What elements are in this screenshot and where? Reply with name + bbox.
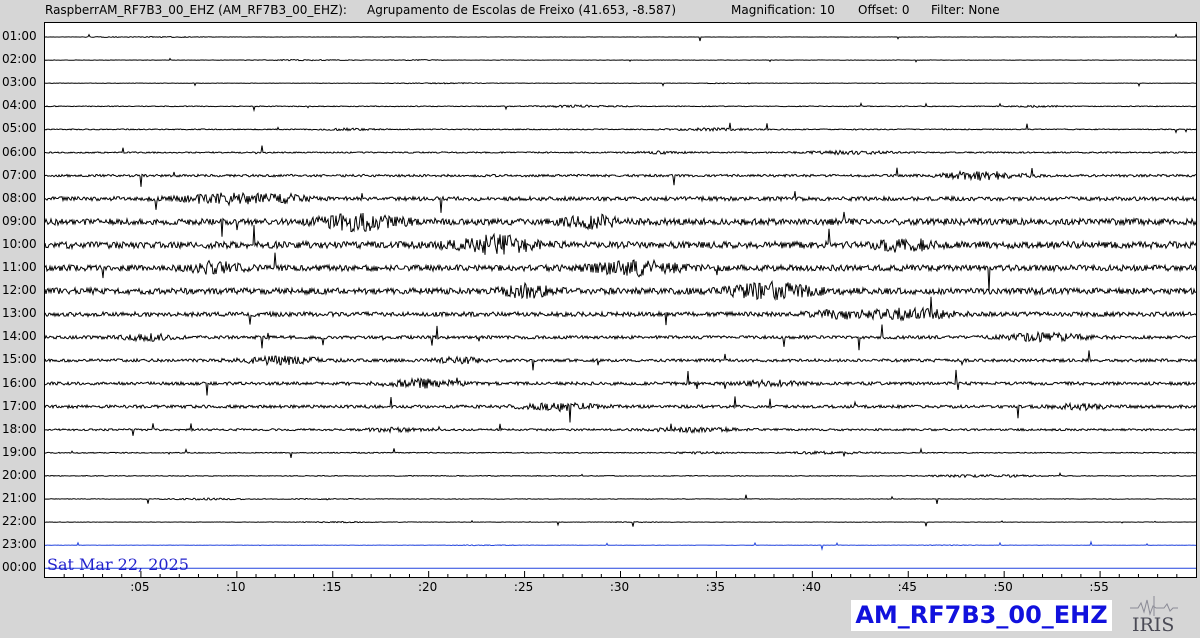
filter-label: Filter: None bbox=[931, 3, 1000, 17]
minute-tick-label: :15 bbox=[322, 580, 342, 594]
trace-1600 bbox=[45, 369, 1196, 396]
hour-label: 20:00 bbox=[2, 467, 37, 482]
trace-1000 bbox=[45, 225, 1196, 255]
station-location: Agrupamento de Escolas de Freixo (41.653… bbox=[367, 3, 676, 17]
trace-1400 bbox=[45, 324, 1196, 351]
trace-1100 bbox=[45, 252, 1196, 292]
trace-0400 bbox=[45, 102, 1196, 113]
magnification-label: Magnification: 10 bbox=[731, 3, 835, 17]
hour-label: 12:00 bbox=[2, 283, 37, 298]
hour-label: 16:00 bbox=[2, 375, 37, 390]
minute-tick-label: :35 bbox=[705, 580, 726, 594]
hour-label: 17:00 bbox=[2, 398, 37, 413]
trace-2000 bbox=[45, 472, 1196, 479]
hour-label: 15:00 bbox=[2, 352, 37, 367]
hour-label: 05:00 bbox=[2, 121, 37, 136]
hour-label: 19:00 bbox=[2, 444, 37, 459]
minute-tick-label: :10 bbox=[226, 580, 246, 594]
minute-tick-label: :05 bbox=[130, 580, 150, 594]
trace-1800 bbox=[45, 423, 1196, 436]
helicorder-plot bbox=[44, 22, 1197, 578]
trace-1900 bbox=[45, 447, 1196, 458]
trace-0600 bbox=[45, 145, 1196, 156]
hour-label: 03:00 bbox=[2, 75, 37, 90]
minute-tick-label: :50 bbox=[993, 580, 1013, 594]
trace-2100 bbox=[45, 494, 1196, 505]
hour-label: 08:00 bbox=[2, 190, 37, 205]
trace-1500 bbox=[45, 350, 1196, 371]
trace-0500 bbox=[45, 122, 1196, 134]
hour-label: 06:00 bbox=[2, 144, 37, 159]
trace-0100 bbox=[45, 33, 1196, 42]
seismogram-traces bbox=[45, 33, 1196, 577]
hour-label: 14:00 bbox=[2, 329, 37, 344]
date-label: Sat Mar 22, 2025 bbox=[47, 555, 189, 574]
minute-tick-label: :30 bbox=[609, 580, 630, 594]
hour-label: 02:00 bbox=[2, 52, 37, 67]
hour-label: 00:00 bbox=[2, 560, 37, 575]
trace-1700 bbox=[45, 396, 1196, 423]
iris-logo-text: IRIS bbox=[1132, 614, 1175, 636]
plot-header: RaspberrAM_RF7B3_00_EHZ (AM_RF7B3_00_EHZ… bbox=[0, 0, 1200, 22]
trace-0700 bbox=[45, 167, 1196, 187]
hour-label: 10:00 bbox=[2, 236, 37, 251]
hour-label: 22:00 bbox=[2, 514, 37, 529]
minute-tick-label: :20 bbox=[418, 580, 438, 594]
trace-0800 bbox=[45, 191, 1196, 213]
trace-0900 bbox=[45, 211, 1196, 237]
minute-tick-label: :40 bbox=[801, 580, 821, 594]
minute-tick-label: :55 bbox=[1089, 580, 1109, 594]
trace-2300 bbox=[45, 540, 1196, 552]
trace-1300 bbox=[45, 296, 1196, 326]
hour-label: 11:00 bbox=[2, 260, 37, 274]
trace-2200 bbox=[45, 519, 1196, 527]
trace-0300 bbox=[45, 82, 1196, 88]
hour-label: 01:00 bbox=[2, 29, 37, 43]
offset-label: Offset: 0 bbox=[858, 3, 910, 17]
hour-label: 23:00 bbox=[2, 537, 37, 552]
minute-tick-label: :45 bbox=[897, 580, 917, 594]
hour-label: 04:00 bbox=[2, 98, 37, 113]
hour-label: 13:00 bbox=[2, 306, 37, 321]
station-title: RaspberrAM_RF7B3_00_EHZ (AM_RF7B3_00_EHZ… bbox=[45, 3, 347, 17]
hour-label: 21:00 bbox=[2, 491, 37, 505]
minute-tick-label: :25 bbox=[513, 580, 534, 594]
hour-label: 07:00 bbox=[2, 167, 37, 182]
trace-1200 bbox=[45, 280, 1196, 302]
hour-label: 09:00 bbox=[2, 213, 37, 228]
channel-label: AM_RF7B3_00_EHZ bbox=[851, 600, 1112, 631]
trace-0200 bbox=[45, 57, 1196, 63]
hour-label: 18:00 bbox=[2, 421, 37, 436]
